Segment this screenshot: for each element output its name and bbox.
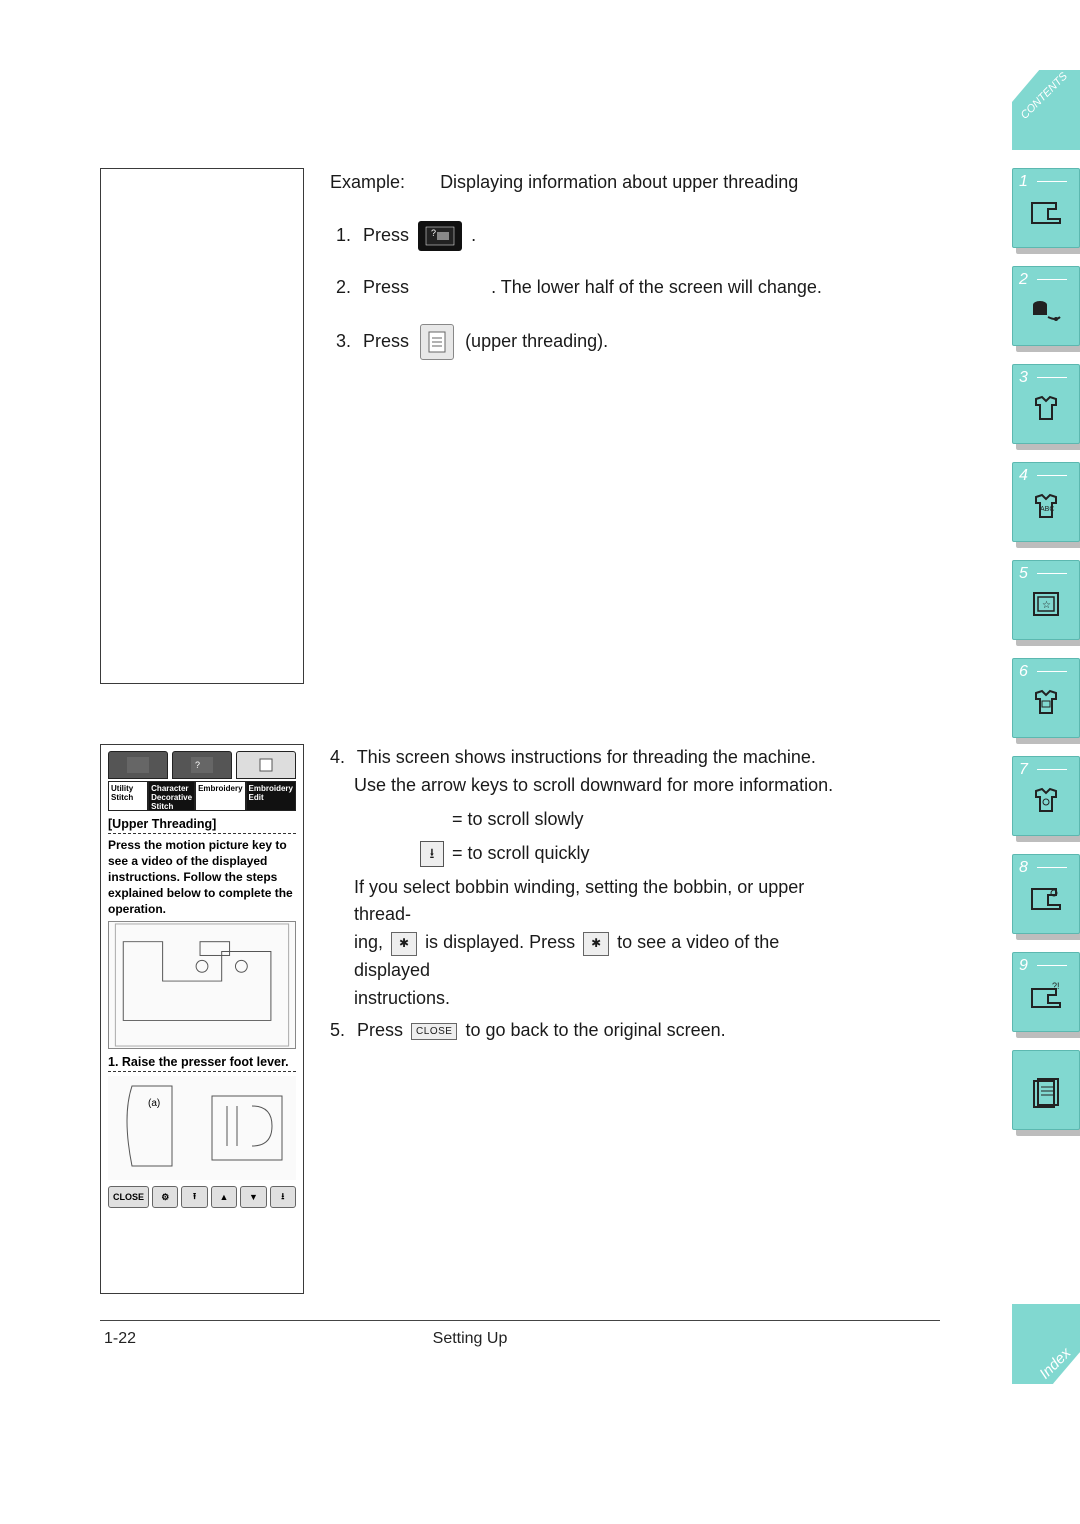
step-4: 4. This screen shows instructions for th… [330,744,840,1013]
step-5-number: 5. [330,1020,352,1041]
chapter-1-num: 1 [1019,173,1028,191]
svg-text:?: ? [431,228,436,238]
step-4-number: 4. [330,744,352,772]
step-5-press: Press [357,1020,403,1040]
contents-tab[interactable]: CONTENTS [1012,70,1080,150]
step-2-press: Press [363,277,409,297]
screen-cat-utility: Utility Stitch [108,781,148,811]
svg-text:☆: ☆ [1042,600,1051,611]
step-1-number: 1. [336,221,358,250]
step-5-tail: to go back to the original screen. [465,1020,725,1040]
frame-star-icon: ☆ [1026,584,1066,624]
screen-cat-embroidery: Embroidery [195,781,245,811]
screen-scroll-down-button: ▼ [240,1186,266,1208]
chapter-7-tab[interactable]: 7 [1012,756,1080,836]
sewing-machine-icon [1026,192,1066,232]
chapter-7-num: 7 [1019,761,1028,779]
screen-diagram-2: (a) [108,1076,296,1180]
screen-video-button: ⚙ [152,1186,178,1208]
chapter-2-tab[interactable]: 2 [1012,266,1080,346]
sewing-machine-help-icon: ?! [1026,976,1066,1016]
screen-cat-character: Character Decorative Stitch [148,781,195,811]
chapter-9-num: 9 [1019,957,1028,975]
chapter-4-num: 4 [1019,467,1028,485]
video-icon: ✱ [391,932,417,956]
svg-text:ABC: ABC [1040,506,1054,513]
svg-text:?!: ?! [1052,981,1060,991]
scroll-slow-text: = to scroll slowly [452,806,584,834]
step-3-number: 3. [336,327,358,356]
example-description: Displaying information about upper threa… [440,172,798,192]
step-4-para-c: instructions. [330,985,840,1013]
step-4-para-b-mid: is displayed. Press [425,932,575,952]
screen-step-1: 1. Raise the presser foot lever. [108,1055,296,1072]
chapter-1-tab[interactable]: 1 [1012,168,1080,248]
step-5: 5. Press CLOSE to go back to the origina… [330,1020,830,1041]
thread-bobbin-icon [1026,290,1066,330]
screen-close-button: CLOSE [108,1186,149,1208]
help-machine-icon: ? [418,221,462,251]
pages-tab[interactable] [1012,1050,1080,1130]
step-3-press: Press [363,331,409,351]
screen-instruction-text: Press the motion picture key to see a vi… [108,837,296,917]
step-2: 2. Press . The lower half of the screen … [330,273,830,302]
tshirt-design-icon [1026,682,1066,722]
step-1-period: . [471,225,476,245]
screen-title: [Upper Threading] [108,817,296,834]
screen-scroll-up-fast-button: ⭱ [181,1186,207,1208]
svg-text:?: ? [195,760,200,770]
step-2-number: 2. [336,273,358,302]
tshirt-flower-icon [1026,780,1066,820]
chapter-9-tab[interactable]: 9 ?! [1012,952,1080,1032]
screen-cat-embedit: Embroidery Edit [246,781,296,811]
chapter-4-tab[interactable]: 4 ABC [1012,462,1080,542]
screen-top-tab-3 [236,751,296,779]
close-button-inline: CLOSE [411,1023,457,1040]
step-2-tail: . The lower half of the screen will chan… [491,277,822,297]
contents-label: CONTENTS [1019,70,1070,121]
checklist-icon [420,324,454,360]
chapter-3-num: 3 [1019,369,1028,387]
section-title: Setting Up [0,1330,940,1348]
svg-text:(a): (a) [148,1098,160,1109]
chapter-6-tab[interactable]: 6 [1012,658,1080,738]
chapter-8-tab[interactable]: 8 [1012,854,1080,934]
tshirt-abc-icon: ABC [1026,486,1066,526]
step-1: 1. Press ? . [330,221,830,251]
step-4-para-a: If you select bobbin winding, setting th… [330,874,840,930]
screen-scroll-up-button: ▲ [211,1186,237,1208]
step-1-press: Press [363,225,409,245]
chapter-5-tab[interactable]: 5 ☆ [1012,560,1080,640]
chapter-2-num: 2 [1019,271,1028,289]
footer-rule [100,1320,940,1321]
screen-top-tab-1 [108,751,168,779]
example-heading: Example: Displaying information about up… [330,168,830,197]
tshirt-icon [1026,388,1066,428]
screen-diagram-1 [108,921,296,1049]
pages-icon [1026,1074,1066,1114]
sewing-machine-settings-icon [1026,878,1066,918]
chapter-5-num: 5 [1019,565,1028,583]
index-tab[interactable]: Index [1012,1304,1080,1384]
step-4-line2: Use the arrow keys to scroll downward fo… [330,772,840,800]
step-4-line1: This screen shows instructions for threa… [357,747,816,767]
example-label: Example: [330,168,405,197]
step-3-tail: (upper threading). [465,331,608,351]
chapter-3-tab[interactable]: 3 [1012,364,1080,444]
screen-top-tab-2: ? [172,751,232,779]
step-4-para-b-pre: ing, [354,932,383,952]
video-icon-2: ✱ [583,932,609,956]
step-3: 3. Press (upper threading). [330,324,830,360]
screen-scroll-down-fast-button: ⭳ [270,1186,296,1208]
scroll-fast-down-icon: ⭳ [420,841,444,867]
scroll-fast-text: = to scroll quickly [452,840,590,868]
machine-screen-illustration: ? Utility Stitch Character Decorative St… [100,744,304,1294]
screen-placeholder-box [100,168,304,684]
chapter-6-num: 6 [1019,663,1028,681]
index-label: Index [1037,1345,1075,1383]
chapter-8-num: 8 [1019,859,1028,877]
